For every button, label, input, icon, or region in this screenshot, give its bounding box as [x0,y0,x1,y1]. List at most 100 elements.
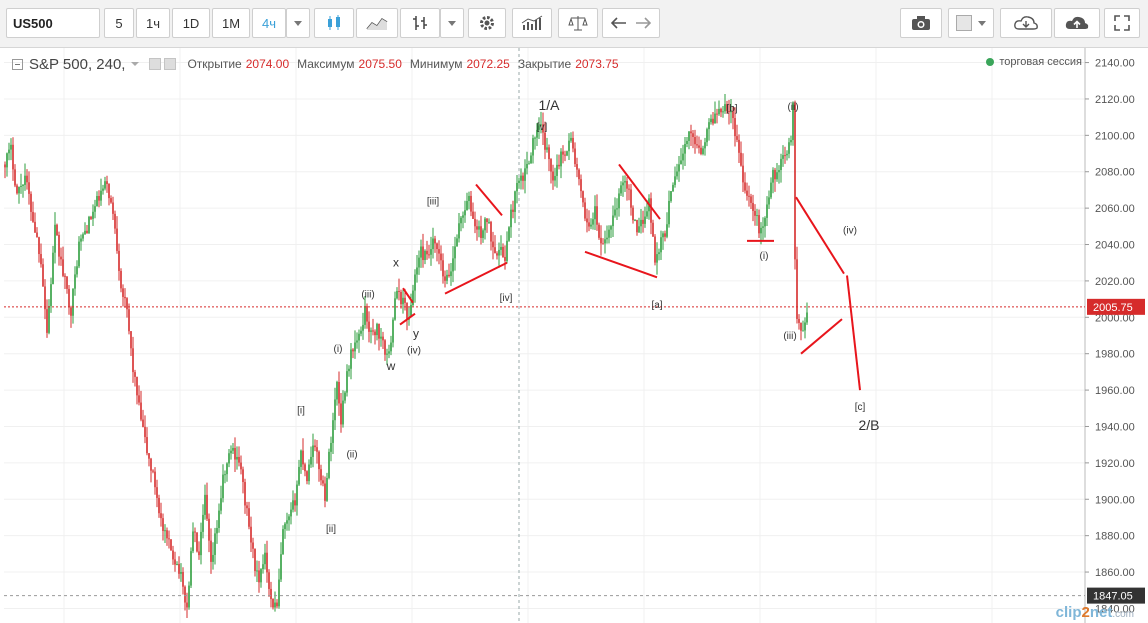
undo-icon[interactable] [611,16,627,30]
candle-body-345 [694,136,696,145]
chart-area[interactable]: 1840.00 1860.00 1880.00 1900.00 1920.00 1940.… [4,48,1148,623]
legend-visibility-icon[interactable] [149,58,162,70]
candles-icon[interactable] [314,8,354,38]
candle-body-27 [58,235,60,257]
candle-body-352 [708,122,710,130]
candle-body-155 [314,445,316,448]
candle-body-97 [198,551,200,556]
candle-body-249 [502,246,504,257]
candle-body-199 [402,297,404,305]
candle-body-190 [384,340,386,355]
redo-icon[interactable] [635,16,651,30]
candle-body-131 [266,552,268,573]
candle-body-231 [466,201,468,211]
candle-body-44 [92,211,94,219]
legend-collapse-icon[interactable] [12,58,23,70]
candle-body-253 [510,209,512,228]
interval-5m-button[interactable]: 5 [104,8,134,38]
chart-type-caret-icon[interactable] [440,8,464,38]
candle-body-256 [516,182,518,192]
interval-caret-icon[interactable] [286,8,310,38]
candle-body-13 [30,193,32,212]
candle-body-40 [84,230,86,235]
candle-body-305 [614,209,616,216]
candle-body-265 [534,137,536,139]
candle-body-308 [620,185,622,194]
candle-body-50 [104,181,106,189]
candle-body-278 [560,151,562,167]
wave-annotation-line-7 [795,196,845,275]
candle-body-170 [344,392,346,401]
candle-body-301 [606,237,608,240]
candle-body-391 [786,153,788,156]
candle-body-354 [712,118,714,124]
interval-1h-button[interactable]: 1ч [136,8,170,38]
candle-body-116 [236,456,238,460]
candle-body-74 [152,470,154,472]
price-tick-label-13: 2100.00 [1095,130,1135,142]
candle-body-226 [456,238,458,247]
candle-body-274 [552,171,554,181]
candle-body-87 [178,564,180,574]
legend-high-label: Максимум [297,57,355,71]
candle-body-34 [72,288,74,316]
candle-body-315 [634,220,636,222]
symbol-input[interactable]: US500 [6,8,100,38]
candle-body-247 [498,249,500,256]
candle-body-392 [788,142,790,154]
undo-redo-group [602,8,660,38]
candle-body-201 [406,302,408,320]
candle-body-12 [28,182,30,194]
legend-settings-icon[interactable] [164,58,177,70]
candle-body-291 [586,218,588,223]
candle-body-367 [738,139,740,153]
watermark-logo: clip2net.com [1056,604,1134,621]
indicators-icon[interactable] [512,8,552,38]
candle-body-300 [604,239,606,244]
candle-body-64 [132,348,134,373]
candle-body-174 [352,349,354,352]
legend-caret-icon[interactable] [131,62,140,66]
compare-scales-icon[interactable] [558,8,598,38]
cloud-download-icon[interactable] [1000,8,1052,38]
candle-body-128 [260,569,262,583]
candle-body-329 [662,233,664,238]
candle-body-25 [54,224,56,253]
candle-body-373 [750,196,752,203]
fullscreen-icon[interactable] [1104,8,1140,38]
candle-body-241 [486,218,488,223]
interval-4h-button[interactable]: 4ч [252,8,286,38]
candle-body-179 [362,324,364,331]
candle-body-219 [442,260,444,277]
color-square-icon[interactable] [948,8,994,38]
legend-low-label: Минимум [409,57,463,71]
candle-body-47 [98,195,100,201]
interval-1m-button[interactable]: 1M [212,8,250,38]
candle-body-292 [588,222,590,227]
cloud-upload-icon[interactable] [1054,8,1100,38]
candle-body-381 [766,204,768,218]
legend-open-label: Открытие [187,57,242,71]
candle-body-218 [440,253,442,261]
watermark-part-b: 2 [1081,604,1090,621]
gear-icon[interactable] [468,8,506,38]
candle-body-359 [722,111,724,113]
area-icon[interactable] [356,8,398,38]
candle-body-317 [638,226,640,233]
candle-body-295 [594,206,596,220]
candle-body-145 [294,500,296,506]
wave-label-2: [b] [726,104,737,115]
candle-body-327 [658,252,660,255]
candle-body-208 [420,246,422,258]
camera-icon[interactable] [900,8,942,38]
price-chart[interactable]: 1840.001860.001880.001900.001920.001940.… [4,48,1148,623]
candle-body-336 [676,171,678,177]
candle-body-346 [696,144,698,146]
candle-body-382 [768,197,770,205]
candle-body-111 [226,463,228,475]
candle-body-236 [476,226,478,230]
candle-body-206 [416,267,418,275]
candle-body-211 [426,250,428,255]
interval-1d-button[interactable]: 1D [172,8,210,38]
bars-icon[interactable] [400,8,440,38]
